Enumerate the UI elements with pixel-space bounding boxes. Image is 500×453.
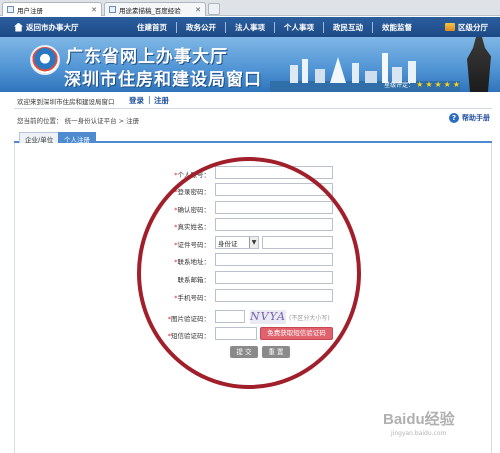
chevron-down-icon: ▼ xyxy=(249,237,258,248)
nav-item-supervision[interactable]: 效能监督 xyxy=(372,21,421,33)
tab-enterprise[interactable]: 企业/单位 xyxy=(19,132,60,144)
star-icon: ★ xyxy=(425,80,433,89)
new-tab-button[interactable] xyxy=(208,3,220,15)
tab-personal-register[interactable]: 个人注册 xyxy=(58,132,96,144)
star-icon: ★ xyxy=(452,80,460,89)
nav-item-gov-info[interactable]: 政务公开 xyxy=(176,21,225,33)
home-link[interactable]: 返回市办事大厅 xyxy=(0,22,128,33)
welcome-text: 欢迎来到深圳市住房和建设局窗口 xyxy=(17,98,115,106)
browser-tab-label: 用途素描稿_百度经验 xyxy=(119,6,181,15)
help-manual-link[interactable]: ? 帮助手册 xyxy=(449,113,490,123)
field-label: *个人账号： xyxy=(174,171,210,179)
sms-code-input[interactable] xyxy=(215,327,257,340)
branch-link[interactable]: 区级分厅 xyxy=(445,22,488,33)
submit-button[interactable]: 提 交 xyxy=(230,346,258,358)
browser-tab-register[interactable]: 用户注册 ✕ xyxy=(2,2,102,16)
field-label: *图片验证码： xyxy=(167,315,210,323)
field-label: 联系邮箱： xyxy=(177,276,211,284)
reset-button[interactable]: 重 置 xyxy=(262,346,290,358)
star-rating: 星级评定： ★ ★ ★ ★ ★ xyxy=(384,80,460,89)
field-label: *证件号码： xyxy=(174,241,210,249)
form-row-id-number: *证件号码： 身份证 ▼ xyxy=(0,236,500,250)
banner-title: 广东省网上办事大厅 xyxy=(66,47,228,67)
form-row-mobile: *手机号码： xyxy=(0,289,500,303)
id-number-input[interactable] xyxy=(262,236,333,249)
confirm-password-input[interactable] xyxy=(215,201,333,214)
field-label: *短信验证码： xyxy=(167,332,210,340)
id-type-select[interactable]: 身份证 ▼ xyxy=(215,236,259,249)
field-label: *联系地址： xyxy=(174,258,210,266)
form-row-password: *登录密码： xyxy=(0,183,500,197)
branch-label: 区级分厅 xyxy=(458,22,488,32)
nav-item-legal-entity[interactable]: 法人事项 xyxy=(225,21,274,33)
watermark: Baidu经验 jingyan.baidu.com xyxy=(383,408,493,448)
browser-tab-strip: 用户注册 ✕ 用途素描稿_百度经验 ✕ xyxy=(0,0,500,16)
watermark-text: Baidu经验 xyxy=(383,411,455,428)
form-row-real-name: *真实姓名： xyxy=(0,218,500,232)
get-sms-code-button[interactable]: 免费获取短信验证码 xyxy=(260,327,333,340)
nav-item-interaction[interactable]: 政民互动 xyxy=(323,21,372,33)
real-name-input[interactable] xyxy=(215,218,333,231)
site-banner: 广东省网上办事大厅 深圳市住房和建设局窗口 星级评定： ★ ★ ★ ★ ★ xyxy=(0,37,500,92)
form-row-sms-code: *短信验证码： xyxy=(0,327,500,341)
nav-items: 住建首页 政务公开 法人事项 个人事项 政民互动 效能监督 xyxy=(128,21,421,33)
field-label: *登录密码： xyxy=(174,188,210,196)
home-link-label: 返回市办事大厅 xyxy=(26,22,79,32)
account-input[interactable] xyxy=(215,166,333,179)
register-link[interactable]: 注册 xyxy=(154,95,169,106)
email-input[interactable] xyxy=(215,271,333,284)
field-label: *确认密码： xyxy=(174,206,210,214)
star-icon: ★ xyxy=(434,80,442,89)
page-icon xyxy=(7,6,14,13)
image-captcha-input[interactable] xyxy=(215,310,245,323)
star-icon: ★ xyxy=(443,80,451,89)
rating-label: 星级评定： xyxy=(384,82,415,89)
password-input[interactable] xyxy=(215,183,333,196)
captcha-image[interactable]: NVYA xyxy=(250,310,286,324)
nav-item-home[interactable]: 住建首页 xyxy=(128,22,176,33)
link-separator: | xyxy=(148,95,151,104)
browser-tab-label: 用户注册 xyxy=(17,6,43,15)
close-icon[interactable]: ✕ xyxy=(91,6,97,14)
emblem-logo xyxy=(30,45,60,75)
home-icon xyxy=(14,22,23,32)
captcha-hint: (不区分大小写) xyxy=(289,315,330,322)
banner-subtitle: 深圳市住房和建设局窗口 xyxy=(64,70,262,90)
browser-tab-baidu[interactable]: 用途素描稿_百度经验 ✕ xyxy=(104,2,206,16)
nav-item-personal[interactable]: 个人事项 xyxy=(274,21,323,33)
star-icon: ★ xyxy=(416,80,424,89)
mobile-input[interactable] xyxy=(215,289,333,302)
building-icon xyxy=(445,23,455,31)
divider xyxy=(14,108,492,109)
form-row-account: *个人账号： xyxy=(0,166,500,180)
breadcrumb: 您当前的位置： 统一身份认证平台 > 注册 xyxy=(17,117,140,125)
id-type-value: 身份证 xyxy=(218,239,238,248)
registration-tabs: 企业/单位 个人注册 xyxy=(14,131,492,144)
page-icon xyxy=(109,6,116,13)
login-link[interactable]: 登录 xyxy=(129,95,144,106)
help-icon: ? xyxy=(449,113,459,123)
form-row-address: *联系地址： xyxy=(0,253,500,267)
form-row-email: 联系邮箱： xyxy=(0,271,500,285)
field-label: *手机号码： xyxy=(174,294,210,302)
form-row-confirm-password: *确认密码： xyxy=(0,201,500,215)
address-input[interactable] xyxy=(215,253,333,266)
site-nav-bar: 返回市办事大厅 住建首页 政务公开 法人事项 个人事项 政民互动 效能监督 区级… xyxy=(0,17,500,37)
help-manual-label: 帮助手册 xyxy=(462,114,490,122)
field-label: *真实姓名： xyxy=(174,223,210,231)
statue-image xyxy=(467,37,491,92)
close-icon[interactable]: ✕ xyxy=(195,6,201,14)
watermark-url: jingyan.baidu.com xyxy=(391,430,447,437)
